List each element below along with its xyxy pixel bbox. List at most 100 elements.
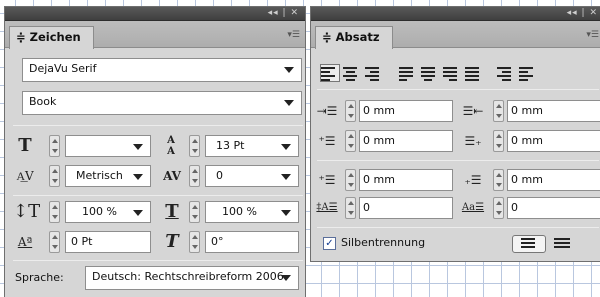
kerning-stepper[interactable] — [49, 165, 60, 187]
font-size-stepper[interactable] — [49, 135, 60, 157]
panel-titlebar[interactable]: ◂◂ | ✕ — [311, 7, 600, 21]
left-indent-value: 0 mm — [363, 104, 395, 117]
tracking-stepper[interactable] — [189, 165, 200, 187]
justify-center-icon[interactable] — [421, 65, 439, 81]
zeichen-tab-row: ≑ Zeichen ▾☰ — [5, 21, 305, 49]
baseline-grid-on-icon[interactable] — [551, 236, 573, 252]
justify-right-icon[interactable] — [443, 65, 461, 81]
divider — [317, 89, 599, 90]
hyphenation-label: Silbentrennung — [341, 236, 426, 249]
divider — [13, 125, 303, 126]
first-line-indent-value: 0 mm — [363, 134, 395, 147]
horizontal-scale-stepper[interactable] — [189, 201, 200, 223]
last-line-indent-field[interactable]: 0 mm — [507, 130, 600, 152]
align-center-icon[interactable] — [343, 65, 361, 81]
tracking-icon: AV — [163, 169, 181, 183]
last-line-indent-stepper[interactable] — [493, 130, 504, 152]
font-style-select[interactable]: Book — [22, 91, 302, 115]
font-style-value: Book — [29, 95, 57, 108]
justify-all-icon[interactable] — [465, 65, 483, 81]
left-indent-field[interactable]: 0 mm — [359, 100, 453, 122]
align-away-spine-icon[interactable] — [519, 65, 537, 81]
dropcap-chars-value: 0 — [511, 201, 518, 214]
tracking-value: 0 — [216, 169, 223, 182]
panel-controls[interactable]: ◂◂ | ✕ — [567, 7, 598, 20]
zeichen-panel: ◂◂ | ✕ ≑ Zeichen ▾☰ DejaVu Serif Book T … — [4, 6, 306, 297]
left-indent-stepper[interactable] — [345, 100, 356, 122]
right-indent-value: 0 mm — [511, 104, 543, 117]
kerning-field[interactable]: Metrisch — [65, 165, 151, 187]
space-before-field[interactable]: 0 mm — [359, 169, 453, 191]
panel-menu-icon[interactable]: ▾☰ — [586, 30, 599, 40]
tab-zeichen[interactable]: ≑ Zeichen — [9, 26, 94, 49]
right-indent-stepper[interactable] — [493, 100, 504, 122]
panel-menu-icon[interactable]: ▾☰ — [287, 30, 300, 40]
tracking-field[interactable]: 0 — [205, 165, 299, 187]
panel-controls[interactable]: ◂◂ | ✕ — [268, 7, 299, 20]
space-before-value: 0 mm — [363, 173, 395, 186]
divider — [317, 160, 599, 161]
skew-stepper[interactable] — [189, 231, 200, 253]
dropcap-lines-stepper[interactable] — [345, 197, 356, 219]
baseline-shift-stepper[interactable] — [49, 231, 60, 253]
dropcap-chars-stepper[interactable] — [493, 197, 504, 219]
leading-value: 13 Pt — [216, 139, 245, 152]
dropcap-lines-value: 0 — [363, 201, 370, 214]
font-family-value: DejaVu Serif — [29, 62, 97, 75]
space-after-icon: ₊☰ — [464, 173, 482, 187]
first-line-indent-field[interactable]: 0 mm — [359, 130, 453, 152]
horizontal-scale-value: 100 % — [222, 205, 257, 218]
baseline-shift-icon: Aª — [17, 235, 33, 249]
divider — [317, 227, 599, 228]
align-left-icon[interactable] — [320, 64, 340, 82]
kerning-value: Metrisch — [76, 169, 123, 182]
baseline-grid-off-icon[interactable] — [512, 235, 546, 253]
dropcap-lines-field[interactable]: 0 — [359, 197, 453, 219]
first-line-indent-stepper[interactable] — [345, 130, 356, 152]
first-line-indent-icon: ⁺☰ — [318, 134, 336, 148]
divider — [13, 195, 303, 196]
divider — [13, 260, 303, 261]
hyphenation-checkbox[interactable]: ✓ — [323, 237, 336, 250]
space-before-stepper[interactable] — [345, 169, 356, 191]
space-after-field[interactable]: 0 mm — [507, 169, 600, 191]
absatz-panel: ◂◂ | ✕ ≑ Absatz ▾☰ ⇥☰ 0 mm ☰⇤ 0 mm ⁺☰ 0 … — [310, 6, 600, 262]
language-select[interactable]: Deutsch: Rechtschreibreform 2006 — [85, 266, 299, 290]
horizontal-scale-field[interactable]: 100 % — [205, 201, 299, 223]
vertical-scale-icon: ↕T — [13, 201, 41, 222]
baseline-shift-value: 0 Pt — [71, 235, 93, 248]
left-indent-icon: ⇥☰ — [316, 104, 338, 118]
space-after-value: 0 mm — [511, 173, 543, 186]
absatz-tab-row: ≑ Absatz ▾☰ — [311, 21, 600, 49]
horizontal-scale-icon: T — [165, 201, 179, 222]
leading-field[interactable]: 13 Pt — [205, 135, 299, 157]
vertical-scale-stepper[interactable] — [49, 201, 60, 223]
last-line-indent-value: 0 mm — [511, 134, 543, 147]
space-after-stepper[interactable] — [493, 169, 504, 191]
skew-field[interactable]: 0° — [205, 231, 299, 253]
language-label: Sprache: — [15, 271, 64, 284]
justify-left-icon[interactable] — [399, 65, 417, 81]
space-before-icon: ⁺☰ — [318, 173, 336, 187]
kerning-icon: A͟V — [16, 169, 34, 183]
align-right-icon[interactable] — [365, 65, 383, 81]
vertical-scale-field[interactable]: 100 % — [65, 201, 151, 223]
last-line-indent-icon: ☰₊ — [464, 134, 482, 148]
dropcap-lines-icon: ‡A☰ — [316, 202, 338, 213]
font-size-field[interactable] — [65, 135, 151, 157]
baseline-shift-field[interactable]: 0 Pt — [65, 231, 151, 253]
skew-value: 0° — [211, 235, 224, 248]
vertical-scale-value: 100 % — [82, 205, 117, 218]
skew-icon: T — [165, 231, 179, 252]
align-towards-spine-icon[interactable] — [497, 65, 515, 81]
panel-titlebar[interactable]: ◂◂ | ✕ — [5, 7, 305, 21]
dropcap-chars-field[interactable]: 0 — [507, 197, 600, 219]
leading-stepper[interactable] — [189, 135, 200, 157]
font-size-icon: T — [18, 135, 32, 156]
tab-absatz[interactable]: ≑ Absatz — [315, 26, 393, 49]
right-indent-icon: ☰⇤ — [462, 104, 484, 118]
dropcap-chars-icon: Aa☰ — [461, 202, 485, 213]
font-family-select[interactable]: DejaVu Serif — [22, 58, 302, 82]
leading-icon: AA — [167, 135, 175, 157]
right-indent-field[interactable]: 0 mm — [507, 100, 600, 122]
